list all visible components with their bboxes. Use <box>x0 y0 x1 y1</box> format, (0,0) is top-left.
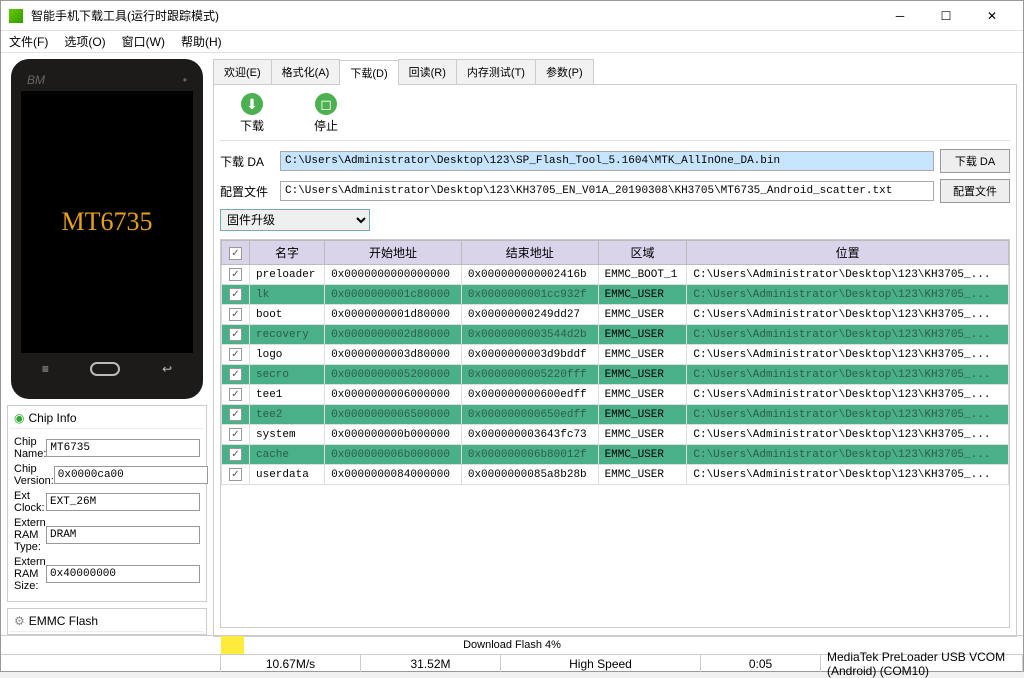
partition-table[interactable]: ✓ 名字 开始地址 结束地址 区域 位置 ✓ preloader0x000000… <box>220 239 1010 628</box>
table-row[interactable]: ✓ boot0x0000000001d800000x00000000249dd2… <box>222 305 1009 325</box>
titlebar[interactable]: 智能手机下载工具(运行时跟踪模式) ─ ☐ ✕ <box>1 1 1023 31</box>
status-empty <box>1 655 221 672</box>
scatter-browse-button[interactable]: 配置文件 <box>940 179 1010 203</box>
col-region[interactable]: 区域 <box>598 241 687 265</box>
tab-welcome[interactable]: 欢迎(E) <box>213 59 272 84</box>
phone-preview: BM• MT6735 ≡ ↩ <box>11 59 203 399</box>
da-label: 下载 DA <box>220 153 274 170</box>
da-path-input[interactable] <box>280 151 934 171</box>
row-checkbox[interactable]: ✓ <box>229 468 242 481</box>
row-checkbox[interactable]: ✓ <box>229 428 242 441</box>
chip-model-display: MT6735 <box>62 207 153 237</box>
table-row[interactable]: ✓ userdata0x00000000840000000x0000000085… <box>222 465 1009 485</box>
status-speed: 10.67M/s <box>221 655 361 672</box>
chip-name-label: Chip Name: <box>14 436 46 460</box>
table-row[interactable]: ✓ preloader0x00000000000000000x000000000… <box>222 265 1009 285</box>
emmc-header: EMMC Flash <box>29 614 98 628</box>
minimize-button[interactable]: ─ <box>877 1 923 31</box>
ram-type-field[interactable] <box>46 526 200 544</box>
home-icon <box>90 362 120 376</box>
ram-size-field[interactable] <box>46 565 200 583</box>
status-time: 0:05 <box>701 655 821 672</box>
back-icon: ↩ <box>162 362 172 376</box>
table-row[interactable]: ✓ tee20x00000000065000000x000000000650ed… <box>222 405 1009 425</box>
tab-readback[interactable]: 回读(R) <box>398 59 457 84</box>
row-checkbox[interactable]: ✓ <box>229 348 242 361</box>
tab-params[interactable]: 参数(P) <box>535 59 594 84</box>
row-checkbox[interactable]: ✓ <box>229 388 242 401</box>
chip-version-field[interactable] <box>54 466 208 484</box>
tab-download[interactable]: 下载(D) <box>339 60 398 85</box>
col-end[interactable]: 结束地址 <box>461 241 598 265</box>
chip-version-label: Chip Version: <box>14 463 54 487</box>
maximize-button[interactable]: ☐ <box>923 1 969 31</box>
check-all[interactable]: ✓ <box>229 247 242 260</box>
table-row[interactable]: ✓ system0x000000000b0000000x000000003643… <box>222 425 1009 445</box>
table-row[interactable]: ✓ recovery0x0000000002d800000x0000000003… <box>222 325 1009 345</box>
row-checkbox[interactable]: ✓ <box>229 408 242 421</box>
row-checkbox[interactable]: ✓ <box>229 288 242 301</box>
download-icon: ⬇ <box>241 93 263 115</box>
gear-icon: ⚙ <box>14 614 25 628</box>
row-checkbox[interactable]: ✓ <box>229 268 242 281</box>
ext-clock-field[interactable] <box>46 493 200 511</box>
progress-text: Download Flash 4% <box>221 636 803 654</box>
table-row[interactable]: ✓ secro0x00000000052000000x0000000005220… <box>222 365 1009 385</box>
stop-button[interactable]: ◻ 停止 <box>314 93 338 134</box>
row-checkbox[interactable]: ✓ <box>229 308 242 321</box>
emmc-panel: ⚙ EMMC Flash <box>7 608 207 635</box>
chip-info-header: Chip Info <box>28 411 76 425</box>
da-browse-button[interactable]: 下载 DA <box>940 149 1010 173</box>
close-button[interactable]: ✕ <box>969 1 1015 31</box>
ext-clock-label: Ext Clock: <box>14 490 46 514</box>
chip-name-field[interactable] <box>46 439 200 457</box>
col-start[interactable]: 开始地址 <box>325 241 462 265</box>
col-name[interactable]: 名字 <box>250 241 325 265</box>
row-checkbox[interactable]: ✓ <box>229 368 242 381</box>
main-window: 智能手机下载工具(运行时跟踪模式) ─ ☐ ✕ 文件(F) 选项(O) 窗口(W… <box>0 0 1024 672</box>
row-checkbox[interactable]: ✓ <box>229 448 242 461</box>
progress-bar: Download Flash 4% <box>221 636 803 654</box>
menu-file[interactable]: 文件(F) <box>9 33 48 50</box>
status-device: MediaTek PreLoader USB VCOM (Android) (C… <box>821 655 1023 672</box>
phone-nav: ≡ ↩ <box>21 359 193 379</box>
table-row[interactable]: ✓ logo0x0000000003d800000x0000000003d9bd… <box>222 345 1009 365</box>
app-icon <box>9 9 23 23</box>
row-checkbox[interactable]: ✓ <box>229 328 242 341</box>
phone-brand: BM <box>27 73 45 85</box>
download-button[interactable]: ⬇ 下载 <box>240 93 264 134</box>
window-title: 智能手机下载工具(运行时跟踪模式) <box>31 7 877 24</box>
status-mode: High Speed <box>501 655 701 672</box>
statusbar: 10.67M/s 31.52M High Speed 0:05 MediaTek… <box>1 654 1023 672</box>
mode-select[interactable]: 固件升级 <box>220 209 370 231</box>
table-row[interactable]: ✓ lk0x0000000001c800000x0000000001cc932f… <box>222 285 1009 305</box>
ram-type-label: Extern RAM Type: <box>14 517 46 553</box>
tabs: 欢迎(E) 格式化(A) 下载(D) 回读(R) 内存测试(T) 参数(P) <box>213 59 1017 85</box>
scatter-path-input[interactable] <box>280 181 934 201</box>
stop-icon: ◻ <box>315 93 337 115</box>
menu-options[interactable]: 选项(O) <box>64 33 105 50</box>
scatter-label: 配置文件 <box>220 183 274 200</box>
ram-size-label: Extern RAM Size: <box>14 556 46 592</box>
menubar: 文件(F) 选项(O) 窗口(W) 帮助(H) <box>1 31 1023 53</box>
chip-icon: ◉ <box>14 411 24 425</box>
col-location[interactable]: 位置 <box>687 241 1009 265</box>
tab-format[interactable]: 格式化(A) <box>271 59 341 84</box>
chip-info-panel: ◉ Chip Info Chip Name: Chip Version: Ext… <box>7 405 207 602</box>
table-row[interactable]: ✓ cache0x000000006b0000000x000000006b800… <box>222 445 1009 465</box>
status-size: 31.52M <box>361 655 501 672</box>
menu-icon: ≡ <box>42 362 49 376</box>
menu-help[interactable]: 帮助(H) <box>181 33 222 50</box>
table-row[interactable]: ✓ tee10x00000000060000000x000000000600ed… <box>222 385 1009 405</box>
tab-memtest[interactable]: 内存测试(T) <box>456 59 536 84</box>
menu-window[interactable]: 窗口(W) <box>122 33 165 50</box>
